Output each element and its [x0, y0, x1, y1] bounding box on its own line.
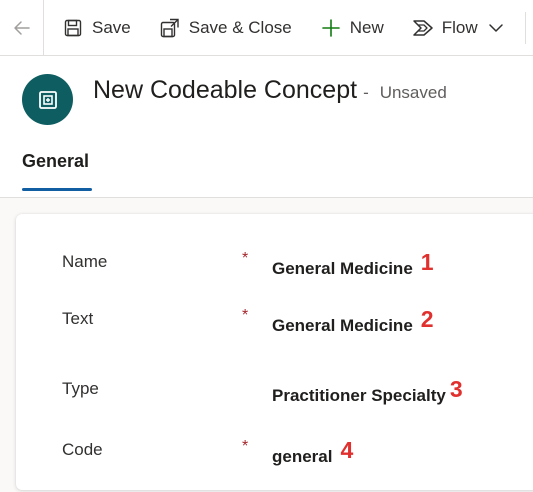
field-value: General Medicine: [272, 316, 413, 335]
page-title: New Codeable Concept - Unsaved: [93, 76, 447, 105]
type-lookup-field[interactable]: Practitioner Specialty 3: [272, 376, 463, 407]
new-button[interactable]: New: [302, 0, 394, 56]
new-label: New: [349, 17, 384, 37]
annotation-number: 3: [449, 376, 463, 402]
flow-label: Flow: [441, 17, 478, 37]
field-label: Code: [62, 440, 103, 459]
field-label: Text: [62, 309, 94, 328]
field-value: General Medicine: [272, 259, 413, 278]
chevron-down-icon: [488, 23, 503, 32]
field-label: Name: [62, 252, 108, 271]
flow-button[interactable]: Flow: [394, 0, 482, 56]
annotation-number: 2: [420, 306, 434, 332]
flow-icon: [412, 17, 434, 39]
tab-general[interactable]: General: [22, 151, 89, 172]
tab-selected-indicator: [22, 188, 92, 191]
save-status: Unsaved: [379, 83, 447, 102]
field-row-text: Text * General Medicine 2: [16, 299, 533, 339]
entity-icon: [22, 74, 73, 125]
required-indicator: *: [242, 250, 249, 267]
field-row-name: Name * General Medicine 1: [16, 242, 533, 282]
field-value: general: [272, 447, 333, 466]
text-field[interactable]: General Medicine 2: [272, 306, 434, 337]
general-section: Name * General Medicine 1 Text * General …: [16, 214, 533, 490]
field-row-type: Type Practitioner Specialty 3: [16, 369, 533, 409]
title-separator: -: [363, 83, 369, 102]
record-title: New Codeable Concept: [93, 76, 358, 104]
required-indicator: *: [242, 438, 249, 455]
required-indicator: *: [242, 307, 249, 324]
back-button[interactable]: [0, 0, 44, 56]
code-field[interactable]: general 4: [272, 437, 353, 468]
save-close-icon: [159, 17, 181, 39]
annotation-number: 1: [420, 249, 434, 275]
command-bar: Save Save & Close New Flow: [0, 0, 533, 56]
field-row-code: Code * general 4: [16, 430, 533, 470]
save-button[interactable]: Save: [44, 0, 141, 56]
flow-dropdown-button[interactable]: [482, 0, 510, 56]
field-label: Type: [62, 379, 99, 398]
plus-icon: [320, 17, 342, 39]
name-field[interactable]: General Medicine 1: [272, 249, 434, 280]
save-label: Save: [92, 17, 131, 37]
save-icon: [62, 17, 84, 39]
form-header: New Codeable Concept - Unsaved General: [0, 56, 533, 198]
field-value: Practitioner Specialty: [272, 386, 446, 405]
arrow-left-icon: [13, 20, 30, 35]
save-close-label: Save & Close: [188, 17, 292, 37]
annotation-number: 4: [340, 437, 354, 463]
toolbar-divider: [525, 12, 526, 44]
save-and-close-button[interactable]: Save & Close: [141, 0, 302, 56]
